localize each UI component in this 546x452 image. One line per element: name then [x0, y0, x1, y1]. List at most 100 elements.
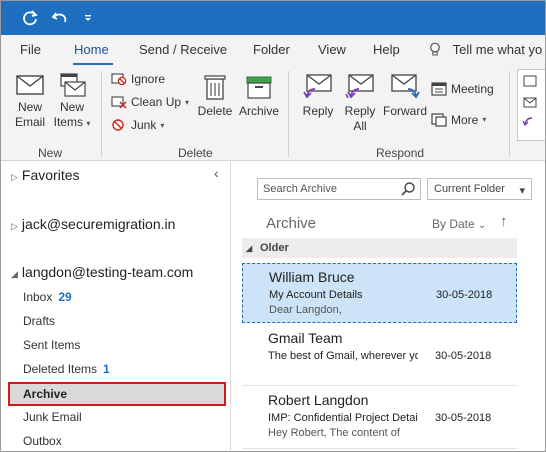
ribbon-divider: [509, 71, 510, 157]
message-subject: IMP: Confidential Project Details: [268, 412, 418, 424]
chevron-down-icon: ▾: [482, 115, 487, 124]
junk-button[interactable]: Junk ▾: [111, 118, 164, 132]
meeting-label: Meeting: [451, 81, 494, 96]
collapse-group-icon: ◢: [246, 244, 253, 253]
folder-inbox[interactable]: Inbox 29: [23, 290, 72, 304]
reply-all-label-2: All: [353, 119, 367, 133]
delete-label: Delete: [197, 104, 233, 118]
forward-button[interactable]: Forward: [382, 73, 428, 119]
chevron-down-icon: ▾: [160, 120, 165, 130]
unread-count: 1: [103, 362, 110, 376]
folder-drafts-label: Drafts: [23, 314, 56, 328]
new-email-label-2: Email: [14, 115, 45, 129]
folder-sent-label: Sent Items: [23, 338, 81, 352]
message-date: 30-05-2018: [436, 289, 493, 301]
folder-junk[interactable]: Junk Email: [23, 410, 82, 424]
undo-icon[interactable]: [49, 8, 71, 28]
tell-me-box[interactable]: Tell me what yo: [429, 42, 542, 57]
clean-up-button[interactable]: Clean Up ▾: [111, 95, 189, 109]
folder-outbox[interactable]: Outbox: [23, 434, 62, 448]
list-item[interactable]: Robert Langdon IMP: Confidential Project…: [242, 387, 517, 447]
junk-label: Junk: [131, 118, 157, 132]
group-label-new: New: [38, 146, 63, 160]
new-items-label-2: Items: [53, 115, 83, 129]
chevron-down-icon: ▾: [86, 119, 91, 128]
quick-steps-gallery[interactable]: [517, 69, 545, 141]
account-langdon-label: langdon@testing-team.com: [21, 264, 194, 280]
unread-count: 29: [58, 290, 72, 304]
message-subject: My Account Details: [269, 289, 363, 301]
ignore-label: Ignore: [131, 72, 166, 86]
chevron-down-icon: ⌄: [478, 220, 487, 231]
chevron-right-icon: ▷: [11, 172, 18, 182]
reply-icon: [303, 74, 332, 99]
archive-label: Archive: [238, 104, 279, 118]
folder-deleted[interactable]: Deleted Items 1: [23, 362, 110, 376]
collapse-pane-icon[interactable]: ‹: [214, 165, 219, 181]
search-scope-dropdown[interactable]: Current Folder ▾: [427, 178, 532, 200]
chevron-down-icon: ▾: [185, 97, 190, 107]
list-divider: [242, 385, 517, 386]
message-sender: Gmail Team: [268, 330, 343, 346]
ignore-icon: [111, 73, 127, 86]
more-button[interactable]: More ▾: [431, 112, 486, 127]
message-preview: Dear Langdon,: [269, 304, 342, 316]
title-bar: [1, 1, 545, 35]
account-langdon[interactable]: ◢ langdon@testing-team.com: [11, 264, 193, 280]
tab-file[interactable]: File: [20, 42, 41, 57]
folder-drafts[interactable]: Drafts: [23, 314, 55, 328]
chevron-right-icon: ▷: [11, 221, 18, 231]
tab-view[interactable]: View: [318, 42, 346, 57]
search-icon[interactable]: [400, 181, 416, 197]
trash-icon: [204, 75, 226, 100]
send-receive-icon[interactable]: [19, 8, 41, 28]
list-item[interactable]: Gmail Team The best of Gmail, wherever y…: [242, 325, 517, 385]
favorites-header[interactable]: ▷ Favorites: [11, 167, 80, 183]
group-header-older[interactable]: ◢ Older: [242, 238, 517, 258]
message-list-pane: Search Archive Current Folder ▾ Archive …: [232, 162, 545, 451]
tell-me-label: Tell me what yo: [452, 42, 543, 57]
ignore-button[interactable]: Ignore: [111, 72, 165, 86]
message-preview: Hey Robert, The content of: [268, 427, 400, 439]
new-items-button[interactable]: New Items ▾: [51, 73, 93, 131]
forward-label: Forward: [382, 104, 427, 118]
folder-inbox-label: Inbox: [23, 290, 53, 304]
lightbulb-icon: [430, 42, 440, 56]
reply-button[interactable]: Reply: [299, 73, 337, 119]
new-email-button[interactable]: New Email: [11, 73, 49, 130]
chevron-down-icon: ◢: [11, 269, 18, 279]
tab-home[interactable]: Home: [74, 42, 109, 57]
tab-send-receive[interactable]: Send / Receive: [139, 42, 227, 57]
message-subject: The best of Gmail, wherever you are: [268, 350, 418, 362]
reply-all-icon: [345, 74, 374, 99]
customize-toolbar-icon[interactable]: [77, 8, 99, 28]
outlook-window: File Home Send / Receive Folder View Hel…: [0, 0, 546, 452]
new-items-label-1: New: [59, 100, 84, 114]
account-jack[interactable]: ▷ jack@securemigration.in: [11, 216, 175, 232]
reply-all-button[interactable]: Reply All: [341, 73, 379, 134]
ribbon-divider: [288, 71, 289, 157]
search-box[interactable]: Search Archive: [257, 178, 421, 200]
search-input[interactable]: Search Archive: [263, 183, 337, 195]
group-header-label: Older: [260, 242, 289, 254]
list-folder-title: Archive: [266, 215, 317, 232]
clean-up-label: Clean Up: [131, 95, 182, 109]
archive-button[interactable]: Archive: [237, 73, 281, 119]
junk-icon: [112, 119, 124, 131]
quick-step-icons: [522, 75, 537, 127]
tab-folder[interactable]: Folder: [253, 42, 290, 57]
sort-by-button[interactable]: By Date ⌄: [432, 217, 486, 231]
more-label: More: [451, 112, 479, 127]
sort-direction-icon[interactable]: ↑: [500, 213, 508, 230]
meeting-button[interactable]: Meeting: [431, 81, 494, 96]
clean-up-icon: [111, 96, 127, 109]
folder-sent[interactable]: Sent Items: [23, 338, 80, 352]
folder-archive[interactable]: Archive: [8, 382, 226, 406]
folder-archive-label: Archive: [23, 387, 68, 401]
list-item[interactable]: William Bruce My Account Details Dear La…: [242, 263, 517, 323]
calendar-icon: [431, 82, 447, 96]
favorites-label: Favorites: [21, 167, 80, 183]
delete-button[interactable]: Delete: [195, 73, 235, 119]
tab-help[interactable]: Help: [373, 42, 400, 57]
ribbon-tabs: File Home Send / Receive Folder View Hel…: [1, 35, 545, 65]
